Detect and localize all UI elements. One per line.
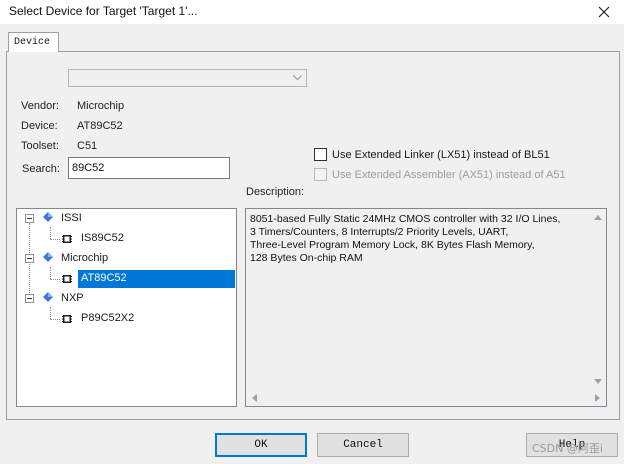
toolset-label: Toolset: [21,140,59,152]
tree-connector [50,319,60,320]
combo-dropdown-button[interactable] [290,71,305,85]
extended-linker-label: Use Extended Linker (LX51) instead of BL… [332,149,550,161]
collapse-toggle-nxp[interactable] [25,294,34,303]
vendor-label: Vendor: [21,100,59,112]
tree-connector [50,227,51,239]
vertical-scrollbar[interactable] [589,209,606,390]
description-label: Description: [246,186,305,198]
vendor-diamond-icon [43,252,53,262]
search-label: Search: [22,163,60,175]
tree-vendor-issi[interactable]: ISSI [61,212,82,224]
device-tree[interactable]: ISSI IS89C52 Microchip AT89C52 NXP P89C5… [16,208,237,407]
triangle-down-icon [593,379,602,384]
tree-vendor-microchip[interactable]: Microchip [61,252,108,264]
triangle-left-icon [252,393,257,402]
extended-assembler-label: Use Extended Assembler (AX51) instead of… [332,169,566,181]
window-title: Select Device for Target 'Target 1'... [9,4,198,18]
collapse-toggle-issi[interactable] [25,214,34,223]
scroll-up-button[interactable] [589,209,606,226]
close-icon [598,6,610,18]
ok-button[interactable]: OK [215,433,307,457]
close-button[interactable] [594,3,614,21]
vendor-diamond-icon [43,292,53,302]
extended-linker-checkbox[interactable] [314,148,327,161]
tree-connector [50,307,51,319]
tree-connector [50,279,60,280]
search-input[interactable] [68,157,230,179]
collapse-toggle-microchip[interactable] [25,254,34,263]
chip-icon [62,315,72,323]
vendor-diamond-icon [43,212,53,222]
tree-vendor-nxp[interactable]: NXP [61,292,84,304]
tree-connector [50,239,60,240]
chip-icon [62,275,72,283]
scroll-right-button[interactable] [589,389,606,406]
tree-device-at89c52[interactable]: AT89C52 [81,272,127,284]
tree-connector [50,267,51,279]
chip-icon [62,235,72,243]
chevron-down-icon [293,75,302,81]
toolset-value: C51 [77,140,98,152]
tree-device-is89c52[interactable]: IS89C52 [81,232,124,244]
cancel-button[interactable]: Cancel [317,433,409,457]
extended-assembler-checkbox [314,168,327,181]
tab-device[interactable]: Device [8,32,59,52]
triangle-up-icon [593,215,602,220]
triangle-right-icon [595,393,600,402]
description-text: 8051-based Fully Static 24MHz CMOS contr… [250,213,561,264]
vendor-value: Microchip [77,100,125,112]
scroll-down-button[interactable] [589,373,606,390]
description-box: 8051-based Fully Static 24MHz CMOS contr… [245,208,607,407]
device-value: AT89C52 [77,120,123,132]
device-database-combo[interactable] [68,69,307,87]
title-bar: Select Device for Target 'Target 1'... [0,0,624,24]
watermark: CSDN @阿歪i [532,442,603,455]
horizontal-scrollbar[interactable] [246,389,606,406]
scroll-left-button[interactable] [246,389,263,406]
device-label: Device: [21,120,58,132]
tree-device-p89c52x2[interactable]: P89C52X2 [81,312,134,324]
